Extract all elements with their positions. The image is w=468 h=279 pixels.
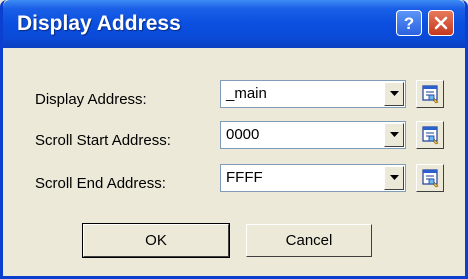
help-icon: ? xyxy=(404,14,414,32)
help-button[interactable]: ? xyxy=(396,10,422,36)
close-button[interactable] xyxy=(428,10,454,36)
scroll-end-address-combo[interactable]: FFFF xyxy=(220,164,406,192)
scroll-start-address-combo[interactable]: 0000 xyxy=(220,121,406,149)
scroll-start-address-label: Scroll Start Address: xyxy=(35,132,171,149)
close-icon xyxy=(434,16,448,30)
title-bar[interactable]: Display Address ? xyxy=(3,0,465,48)
svg-text:?: ? xyxy=(404,14,414,32)
dialog-title: Display Address xyxy=(17,12,181,35)
display-address-label: Display Address: xyxy=(35,91,147,108)
display-address-dropdown-button[interactable] xyxy=(384,82,404,106)
chevron-down-icon xyxy=(389,91,399,96)
display-address-picker-button[interactable] xyxy=(416,80,444,108)
scroll-end-address-picker-button[interactable] xyxy=(416,164,444,192)
chevron-down-icon xyxy=(389,175,399,180)
ok-button[interactable]: OK xyxy=(82,223,230,258)
chevron-down-icon xyxy=(389,132,399,137)
scroll-start-address-value[interactable]: 0000 xyxy=(226,126,259,143)
symbol-picker-icon xyxy=(422,169,439,188)
scroll-end-address-label: Scroll End Address: xyxy=(35,175,166,192)
scroll-start-address-dropdown-button[interactable] xyxy=(384,123,404,147)
symbol-picker-icon xyxy=(422,126,439,145)
dialog-window: Display Address ? Display Address: _main xyxy=(0,0,468,279)
scroll-end-address-dropdown-button[interactable] xyxy=(384,166,404,190)
scroll-end-address-value[interactable]: FFFF xyxy=(226,169,263,186)
cancel-button[interactable]: Cancel xyxy=(246,224,372,257)
display-address-value[interactable]: _main xyxy=(226,85,267,102)
scroll-start-address-picker-button[interactable] xyxy=(416,121,444,149)
display-address-combo[interactable]: _main xyxy=(220,80,406,108)
symbol-picker-icon xyxy=(422,85,439,104)
